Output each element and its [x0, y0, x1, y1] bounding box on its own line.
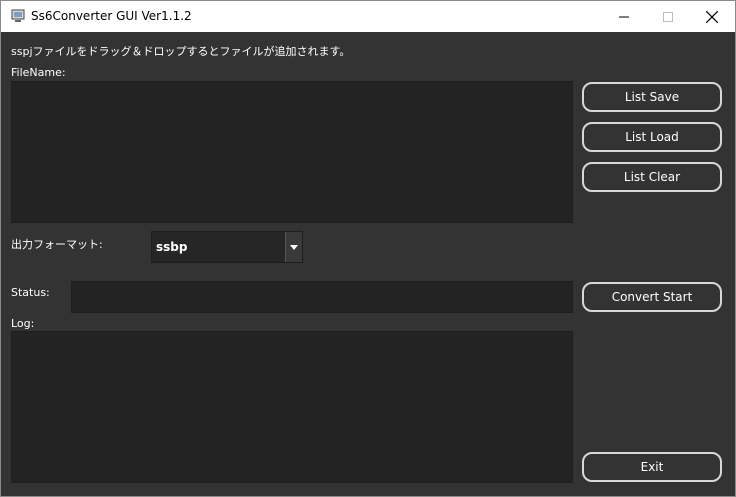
output-format-select[interactable]: ssbp	[151, 231, 303, 263]
filename-label: FileName:	[11, 66, 66, 79]
list-load-button[interactable]: List Load	[582, 122, 722, 152]
output-format-label: 出力フォーマット:	[11, 238, 103, 251]
app-icon	[11, 9, 25, 22]
app-window: Ss6Converter GUI Ver1.1.2 sspjファイルをドラッグ＆…	[0, 0, 736, 497]
list-clear-button[interactable]: List Clear	[582, 162, 722, 192]
log-label: Log:	[11, 317, 35, 330]
minimize-icon	[619, 16, 629, 17]
window-title: Ss6Converter GUI Ver1.1.2	[31, 9, 192, 23]
close-icon	[706, 10, 718, 23]
close-button[interactable]	[689, 1, 735, 32]
convert-start-button[interactable]: Convert Start	[582, 282, 722, 312]
dropdown-arrow-icon[interactable]	[285, 232, 302, 262]
output-format-value: ssbp	[156, 240, 188, 254]
minimize-button[interactable]	[601, 1, 647, 32]
title-bar[interactable]: Ss6Converter GUI Ver1.1.2	[1, 1, 735, 32]
drop-hint-text: sspjファイルをドラッグ＆ドロップするとファイルが追加されます。	[11, 45, 351, 58]
maximize-button[interactable]	[645, 1, 691, 32]
log-area[interactable]	[11, 331, 573, 483]
list-save-button[interactable]: List Save	[582, 82, 722, 112]
maximize-icon	[663, 11, 673, 22]
file-list[interactable]	[11, 81, 573, 223]
status-field	[71, 281, 573, 313]
status-label: Status:	[11, 286, 50, 299]
exit-button[interactable]: Exit	[582, 452, 722, 482]
